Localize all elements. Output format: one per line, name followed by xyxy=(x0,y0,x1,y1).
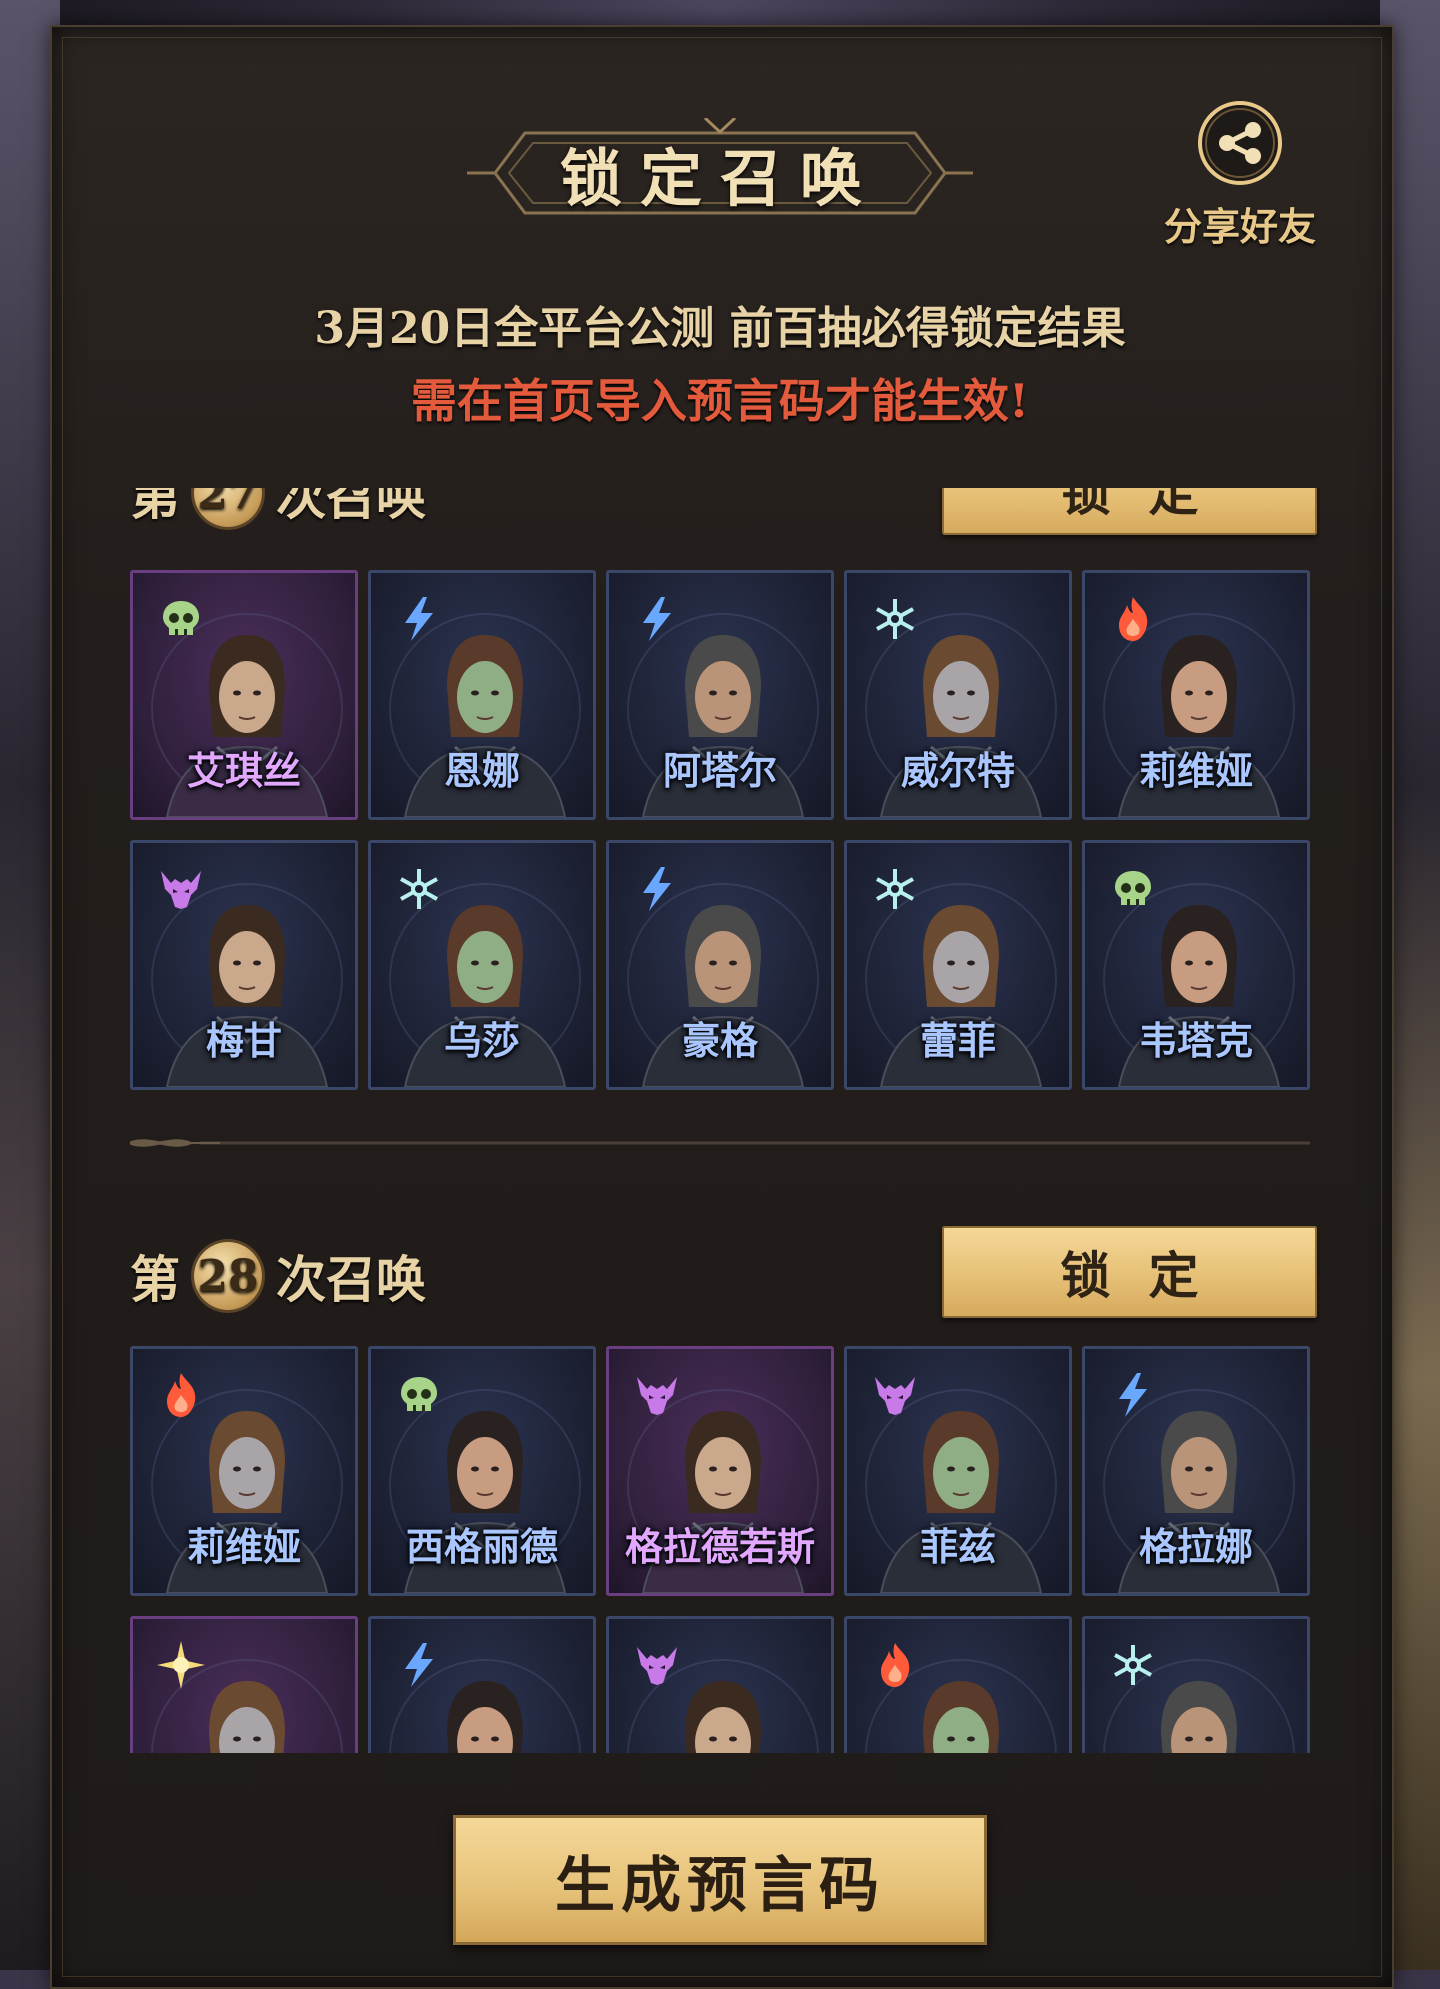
demon-icon xyxy=(637,1647,677,1685)
skull-icon xyxy=(401,1377,437,1411)
demon-icon xyxy=(637,1377,677,1415)
summon-list-scroll-area[interactable]: 第 27 次召唤 锁定 艾琪丝 恩娜 阿塔尔 威尔特 莉维娅 梅甘 乌莎 豪格 蕾菲 韦塔克 第 … xyxy=(120,488,1320,1753)
hero-card[interactable] xyxy=(844,1616,1072,1753)
hero-card[interactable]: 豪格 xyxy=(606,840,834,1090)
lock-button[interactable]: 锁定 xyxy=(942,1226,1317,1318)
share-friends-button[interactable]: 分享好友 xyxy=(1150,100,1330,260)
fire-icon xyxy=(167,1373,196,1417)
hero-name: 蕾菲 xyxy=(919,1018,996,1063)
title-plate: 锁定召唤 xyxy=(465,118,975,228)
snowflake-icon xyxy=(400,869,438,909)
hero-name: 豪格 xyxy=(681,1018,758,1063)
hero-card[interactable] xyxy=(606,1616,834,1753)
hero-name: 韦塔克 xyxy=(1138,1018,1253,1063)
round-label: 第 28 次召唤 xyxy=(130,1240,426,1312)
hero-name: 艾琪丝 xyxy=(186,748,301,793)
notice-line-2-warning: 需在首页导入预言码才能生效! xyxy=(410,374,1030,428)
round-prefix: 第 xyxy=(130,488,180,526)
round-header: 第 28 次召唤 锁定 xyxy=(130,1226,1317,1318)
hero-card[interactable] xyxy=(368,1616,596,1753)
lightning-icon xyxy=(405,1643,433,1687)
hero-card[interactable]: 格拉娜 xyxy=(1082,1346,1310,1596)
hero-card[interactable]: 菲兹 xyxy=(844,1346,1072,1596)
section-divider xyxy=(130,1139,1310,1147)
fire-icon xyxy=(1119,597,1148,641)
hero-name: 阿塔尔 xyxy=(662,748,777,793)
snowflake-icon xyxy=(876,599,914,639)
hero-card[interactable]: 恩娜 xyxy=(368,570,596,820)
round-suffix: 次召唤 xyxy=(276,1250,426,1309)
round-suffix: 次召唤 xyxy=(276,488,426,526)
share-label: 分享好友 xyxy=(1163,204,1316,249)
skull-icon xyxy=(163,601,199,635)
skull-icon xyxy=(1115,871,1151,905)
snowflake-icon xyxy=(1114,1645,1152,1685)
hero-card[interactable]: 韦塔克 xyxy=(1082,840,1310,1090)
hero-card[interactable]: 乌莎 xyxy=(368,840,596,1090)
round-number-badge: 27 xyxy=(194,488,262,527)
hero-card[interactable]: 莉维娅 xyxy=(1082,570,1310,820)
share-icon xyxy=(1198,101,1282,185)
hero-name: 梅甘 xyxy=(205,1018,282,1063)
snowflake-icon xyxy=(876,869,914,909)
hero-name: 格拉德若斯 xyxy=(624,1524,815,1569)
hero-card[interactable]: 阿塔尔 xyxy=(606,570,834,820)
lightning-icon xyxy=(643,867,671,911)
hero-name: 菲兹 xyxy=(919,1524,996,1569)
hero-name: 格拉娜 xyxy=(1138,1524,1253,1569)
hero-card[interactable]: 梅甘 xyxy=(130,840,358,1090)
hero-name: 西格丽德 xyxy=(405,1524,558,1569)
page-title: 锁定召唤 xyxy=(559,142,880,215)
hero-name: 莉维娅 xyxy=(186,1524,301,1569)
sun-icon xyxy=(157,1641,205,1689)
hero-grid-round-28: 莉维娅 西格丽德 格拉德若斯 菲兹 格拉娜 xyxy=(130,1346,1310,1753)
hero-name: 乌莎 xyxy=(443,1018,520,1063)
lock-button[interactable]: 锁定 xyxy=(942,488,1317,535)
fire-icon xyxy=(881,1643,910,1687)
hero-card[interactable]: 蕾菲 xyxy=(844,840,1072,1090)
hero-grid-round-27: 艾琪丝 恩娜 阿塔尔 威尔特 莉维娅梅甘 乌莎 豪格 蕾菲 韦塔克 xyxy=(130,570,1310,1090)
lightning-icon xyxy=(405,597,433,641)
generate-prophecy-code-button[interactable]: 生成预言码 xyxy=(453,1815,987,1945)
hero-name: 恩娜 xyxy=(443,748,520,793)
round-number-badge: 28 xyxy=(194,1242,262,1310)
round-prefix: 第 xyxy=(130,1250,180,1309)
round-label: 第 27 次召唤 xyxy=(130,488,426,529)
hero-card[interactable]: 西格丽德 xyxy=(368,1346,596,1596)
notice-line-1: 3月20日全平台公测 前百抽必得锁定结果 xyxy=(314,303,1126,354)
hero-card[interactable]: 艾琪丝 xyxy=(130,570,358,820)
lightning-icon xyxy=(643,597,671,641)
lightning-icon xyxy=(1119,1373,1147,1417)
hero-card[interactable]: 莉维娅 xyxy=(130,1346,358,1596)
hero-card[interactable]: 威尔特 xyxy=(844,570,1072,820)
hero-card[interactable] xyxy=(1082,1616,1310,1753)
hero-card[interactable]: 格拉德若斯 xyxy=(606,1346,834,1596)
demon-icon xyxy=(875,1377,915,1415)
hero-name: 莉维娅 xyxy=(1138,748,1253,793)
hero-card[interactable] xyxy=(130,1616,358,1753)
round-header: 第 27 次召唤 锁定 xyxy=(130,488,1317,535)
hero-name: 威尔特 xyxy=(900,748,1015,793)
demon-icon xyxy=(161,871,201,909)
